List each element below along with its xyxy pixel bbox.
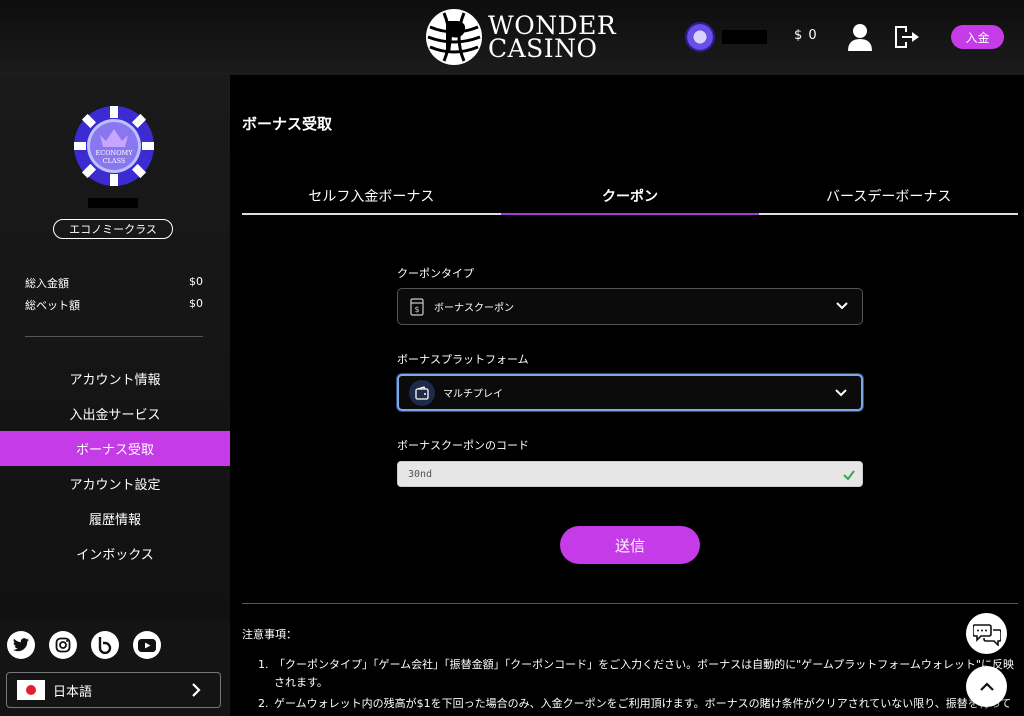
sidebar-divider bbox=[25, 336, 203, 337]
stat-value: $0 bbox=[189, 275, 203, 288]
b-icon bbox=[98, 637, 112, 654]
note-number: 2. bbox=[258, 697, 269, 710]
site-logo[interactable]: WONDER CASINO bbox=[424, 7, 616, 67]
coupon-code-label: ボーナスクーポンのコード bbox=[397, 439, 529, 452]
economy-class-chip-icon: ECONOMY CLASS bbox=[74, 106, 154, 186]
sidebar-item-history[interactable]: 履歴情報 bbox=[0, 501, 230, 536]
submit-button[interactable]: 送信 bbox=[560, 526, 700, 564]
stat-label: 総入金額 bbox=[25, 277, 69, 290]
language-select[interactable]: 日本語 bbox=[6, 672, 221, 708]
stat-total-bet: 総ベット額 $0 bbox=[25, 297, 203, 313]
stat-label: 総ベット額 bbox=[25, 299, 80, 312]
platform-value: マルチプレイ bbox=[443, 389, 503, 400]
chip-text-line1: ECONOMY bbox=[95, 149, 133, 157]
header-avatar[interactable] bbox=[685, 22, 715, 52]
coupon-form: クーポンタイプ $ ボーナスクーポン ボーナスプラットフォーム マルチプレイ ボ… bbox=[397, 265, 863, 487]
bonus-tabs: セルフ入金ボーナス クーポン バースデーボーナス bbox=[242, 178, 1018, 215]
sidebar-item-deposit-withdraw[interactable]: 入出金サービス bbox=[0, 396, 230, 431]
page-title: ボーナス受取 bbox=[242, 115, 333, 133]
chevron-down-icon bbox=[835, 389, 847, 397]
youtube-button[interactable] bbox=[133, 631, 161, 659]
social-links bbox=[7, 631, 161, 659]
logo-line2: CASINO bbox=[488, 34, 598, 63]
note-number: 1. bbox=[258, 658, 269, 671]
sidebar-item-account-info[interactable]: アカウント情報 bbox=[0, 361, 230, 396]
header-balance: $ 0 bbox=[794, 28, 818, 43]
chevron-down-icon bbox=[836, 302, 848, 310]
chevron-up-icon bbox=[979, 681, 994, 691]
blog-button[interactable] bbox=[91, 631, 119, 659]
top-header: WONDER CASINO $ 0 入金 bbox=[0, 0, 1024, 75]
list-item: 1. 「クーポンタイプ」「ゲーム会社」「振替金額」「クーポンコード」をご入力くだ… bbox=[258, 656, 1018, 692]
list-item: 2. ゲームウォレット内の残高が$1を下回った場合のみ、入金クーポンをご利用頂け… bbox=[258, 695, 1018, 716]
tab-self-deposit-bonus[interactable]: セルフ入金ボーナス bbox=[242, 178, 501, 213]
wonder-casino-logo-icon bbox=[426, 9, 482, 65]
chip-text-line2: CLASS bbox=[103, 157, 126, 165]
platform-select[interactable]: マルチプレイ bbox=[397, 374, 863, 411]
coupon-icon: $ bbox=[410, 297, 424, 316]
svg-text:$: $ bbox=[414, 305, 419, 314]
coupon-code-input[interactable]: 30nd bbox=[397, 461, 863, 487]
coupon-type-select[interactable]: $ ボーナスクーポン bbox=[397, 288, 863, 325]
tab-coupon[interactable]: クーポン bbox=[500, 178, 760, 215]
twitter-button[interactable] bbox=[7, 631, 35, 659]
instagram-button[interactable] bbox=[49, 631, 77, 659]
chat-bubbles-icon bbox=[972, 623, 1001, 646]
stat-total-deposit: 総入金額 $0 bbox=[25, 275, 203, 291]
sidebar: ECONOMY CLASS エコノミークラス 総入金額 $0 総ベット額 $0 … bbox=[0, 75, 230, 716]
note-text: ゲームウォレット内の残高が$1を下回った場合のみ、入金クーポンをご利用頂けます。… bbox=[274, 697, 1012, 716]
check-icon bbox=[843, 470, 855, 481]
live-chat-button[interactable] bbox=[966, 613, 1007, 654]
scroll-top-button[interactable] bbox=[966, 666, 1007, 707]
coupon-type-label: クーポンタイプ bbox=[397, 267, 474, 280]
platform-label: ボーナスプラットフォーム bbox=[397, 353, 529, 366]
user-icon[interactable] bbox=[848, 23, 872, 51]
tab-birthday-bonus[interactable]: バースデーボーナス bbox=[759, 178, 1018, 213]
notes-title: 注意事項： bbox=[242, 628, 297, 641]
japan-flag-icon bbox=[17, 680, 45, 700]
main-content: ボーナス受取 セルフ入金ボーナス クーポン バースデーボーナス クーポンタイプ … bbox=[230, 75, 1024, 716]
sidebar-profile-panel: ECONOMY CLASS エコノミークラス 総入金額 $0 総ベット額 $0 … bbox=[0, 75, 230, 620]
header-username-redacted bbox=[722, 30, 767, 44]
youtube-icon bbox=[138, 638, 156, 652]
sidebar-username-redacted bbox=[88, 198, 138, 208]
logo-text: WONDER CASINO bbox=[488, 13, 616, 63]
deposit-button[interactable]: 入金 bbox=[951, 25, 1004, 49]
language-label: 日本語 bbox=[53, 684, 93, 700]
class-badge: エコノミークラス bbox=[53, 219, 173, 239]
instagram-icon bbox=[55, 637, 71, 653]
sidebar-item-account-settings[interactable]: アカウント設定 bbox=[0, 466, 230, 501]
coupon-type-value: ボーナスクーポン bbox=[434, 303, 514, 314]
wallet-icon bbox=[409, 379, 435, 406]
chevron-right-icon bbox=[192, 683, 201, 697]
logout-icon[interactable] bbox=[893, 24, 919, 50]
stat-value: $0 bbox=[189, 297, 203, 310]
note-text: 「クーポンタイプ」「ゲーム会社」「振替金額」「クーポンコード」をご入力ください。… bbox=[274, 658, 1014, 689]
sidebar-nav: アカウント情報 入出金サービス ボーナス受取 アカウント設定 履歴情報 インボッ… bbox=[0, 361, 230, 571]
notes-list: 1. 「クーポンタイプ」「ゲーム会社」「振替金額」「クーポンコード」をご入力くだ… bbox=[258, 656, 1018, 716]
twitter-icon bbox=[13, 638, 29, 652]
sidebar-item-inbox[interactable]: インボックス bbox=[0, 536, 230, 571]
sidebar-item-bonus[interactable]: ボーナス受取 bbox=[0, 431, 230, 466]
notes-divider bbox=[242, 603, 1018, 604]
coupon-code-value: 30nd bbox=[408, 468, 433, 480]
